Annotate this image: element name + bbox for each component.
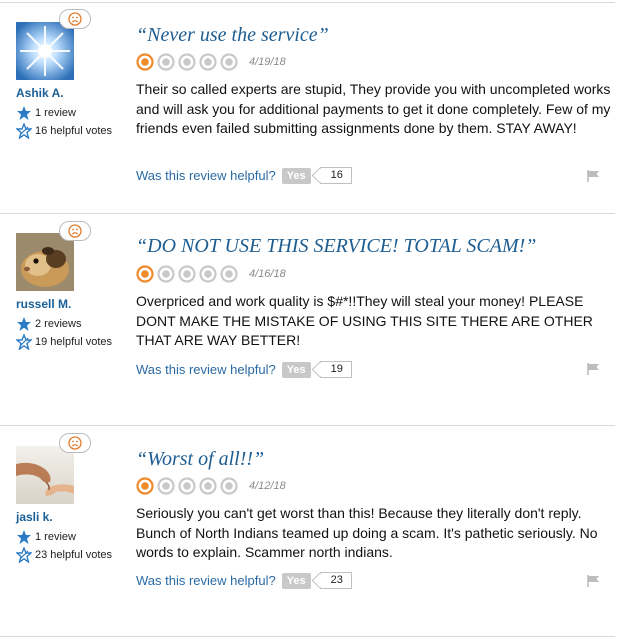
review-date: 4/12/18 — [249, 480, 286, 492]
vote-count: 23 — [319, 572, 352, 589]
vote-count-text: 16 — [330, 169, 343, 181]
review-count-text: 2 reviews — [35, 318, 82, 330]
helpful-votes-text: 23 helpful votes — [35, 549, 113, 561]
review-title[interactable]: “Never use the service” — [136, 24, 329, 47]
flag-icon[interactable] — [587, 575, 601, 587]
review-count: 1 review — [16, 105, 76, 121]
yes-button[interactable]: Yes — [281, 167, 311, 184]
divider-2 — [0, 425, 615, 426]
helpful-votes-text: 16 helpful votes — [35, 125, 113, 137]
divider-bottom — [0, 636, 615, 637]
review-title[interactable]: “Worst of all!!” — [136, 448, 264, 471]
star-outline-icon — [16, 123, 32, 139]
vote-count: 16 — [319, 167, 352, 184]
star-icon — [16, 105, 32, 121]
review-body: Seriously you can't get worst than this!… — [136, 505, 598, 560]
avatar[interactable] — [16, 446, 74, 504]
rating: 4/16/18 — [136, 265, 286, 283]
helpful-votes: 23 helpful votes — [16, 547, 112, 563]
rating-bubble-icon — [157, 53, 175, 71]
rating-bubble-icon — [220, 53, 238, 71]
review-count-text: 1 review — [35, 107, 76, 119]
rating-bubble-icon — [220, 477, 238, 495]
avatar[interactable] — [16, 233, 74, 291]
divider-top — [0, 2, 615, 3]
star-outline-icon — [16, 334, 32, 350]
rating-bubble-icon — [157, 265, 175, 283]
avatar[interactable] — [16, 22, 74, 80]
rating-bubble-icon — [136, 53, 154, 71]
yes-button[interactable]: Yes — [281, 572, 311, 589]
review-count: 1 review — [16, 529, 76, 545]
review-body: Their so called experts are stupid, They… — [136, 81, 611, 136]
review-body: Overpriced and work quality is $#*!!They… — [136, 293, 593, 348]
yes-button[interactable]: Yes — [281, 361, 311, 378]
helpful-question: Was this review helpful? — [136, 573, 276, 588]
user-name[interactable]: jasli k. — [16, 510, 53, 524]
rating-bubble-icon — [178, 477, 196, 495]
vote-count: 19 — [319, 361, 352, 378]
helpful-votes: 16 helpful votes — [16, 123, 112, 139]
sad-face-icon — [59, 433, 91, 453]
user-name[interactable]: russell M. — [16, 297, 71, 311]
divider-1 — [0, 213, 615, 214]
star-icon — [16, 529, 32, 545]
review-title[interactable]: “DO NOT USE THIS SERVICE! TOTAL SCAM!” — [136, 235, 536, 258]
helpful-row: Was this review helpful? Yes 19 — [136, 361, 352, 378]
rating-bubble-icon — [199, 53, 217, 71]
rating-bubble-icon — [178, 53, 196, 71]
rating-bubble-icon — [136, 265, 154, 283]
helpful-votes: 19 helpful votes — [16, 334, 112, 350]
review-date: 4/16/18 — [249, 268, 286, 280]
rating: 4/12/18 — [136, 477, 286, 495]
star-icon — [16, 316, 32, 332]
flag-icon[interactable] — [587, 363, 601, 375]
rating-bubble-icon — [178, 265, 196, 283]
sad-face-icon — [59, 9, 91, 29]
flag-icon[interactable] — [587, 170, 601, 182]
review-date: 4/19/18 — [249, 56, 286, 68]
helpful-votes-text: 19 helpful votes — [35, 336, 113, 348]
rating-bubble-icon — [157, 477, 175, 495]
rating-bubble-icon — [199, 477, 217, 495]
helpful-question: Was this review helpful? — [136, 168, 276, 183]
rating-bubble-icon — [220, 265, 238, 283]
sad-face-icon — [59, 221, 91, 241]
rating-bubble-icon — [136, 477, 154, 495]
helpful-row: Was this review helpful? Yes 16 — [136, 167, 352, 184]
star-outline-icon — [16, 547, 32, 563]
rating-bubble-icon — [199, 265, 217, 283]
helpful-row: Was this review helpful? Yes 23 — [136, 572, 352, 589]
rating: 4/19/18 — [136, 53, 286, 71]
review-count-text: 1 review — [35, 531, 76, 543]
vote-count-text: 19 — [330, 363, 343, 375]
helpful-question: Was this review helpful? — [136, 362, 276, 377]
vote-count-text: 23 — [330, 574, 343, 586]
user-name[interactable]: Ashik A. — [16, 86, 64, 100]
review-count: 2 reviews — [16, 316, 81, 332]
